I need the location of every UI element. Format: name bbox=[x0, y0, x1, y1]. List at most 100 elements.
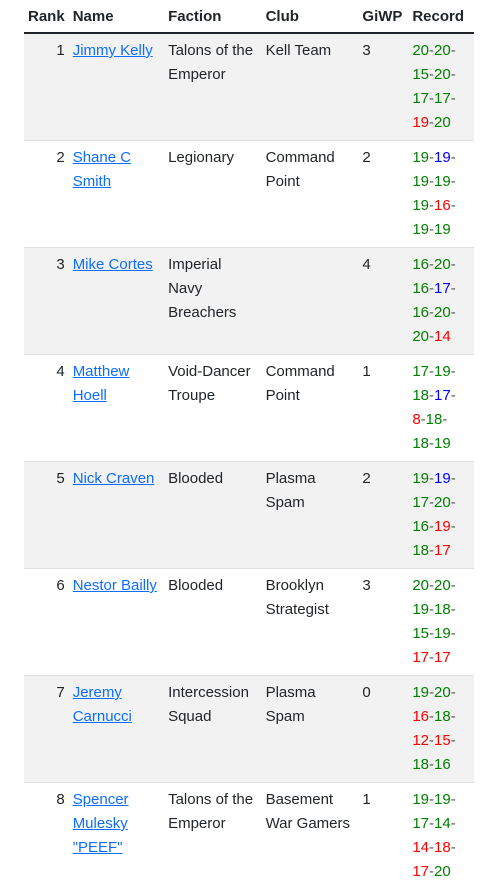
giwp-cell: 4 bbox=[358, 248, 408, 355]
header-giwp: GiWP bbox=[358, 0, 408, 33]
record-cell: 16-20-16-17-16-20-20-14 bbox=[408, 248, 474, 355]
player-link[interactable]: Nestor Bailly bbox=[73, 577, 157, 594]
game-score: 18 bbox=[412, 435, 429, 452]
score-separator: - bbox=[451, 363, 456, 380]
game-score: 18 bbox=[412, 756, 429, 773]
name-cell: Mike Cortes bbox=[69, 248, 164, 355]
game-score: 16 bbox=[434, 756, 451, 773]
score-separator: - bbox=[451, 149, 456, 166]
name-cell: Nestor Bailly bbox=[69, 569, 164, 676]
score-separator: - bbox=[451, 732, 456, 749]
score-separator: - bbox=[451, 815, 456, 832]
game-score: 20 bbox=[412, 577, 429, 594]
club-cell bbox=[262, 248, 359, 355]
name-cell: Nick Craven bbox=[69, 462, 164, 569]
header-rank: Rank bbox=[24, 0, 69, 33]
player-link[interactable]: Mike Cortes bbox=[73, 256, 153, 273]
game-score: 12 bbox=[412, 732, 429, 749]
club-cell: Command Point bbox=[262, 355, 359, 462]
game-score: 19 bbox=[434, 221, 451, 238]
giwp-cell: 3 bbox=[358, 569, 408, 676]
score-separator: - bbox=[451, 280, 456, 297]
record-cell: 19-19-19-19-19-16-19-19 bbox=[408, 141, 474, 248]
score-separator: - bbox=[451, 518, 456, 535]
score-separator: - bbox=[451, 791, 456, 808]
giwp-cell: 1 bbox=[358, 783, 408, 889]
club-cell: Plasma Spam bbox=[262, 462, 359, 569]
score-separator: - bbox=[451, 839, 456, 856]
game-score: 19 bbox=[412, 149, 429, 166]
rank-cell: 4 bbox=[24, 355, 69, 462]
game-score: 19 bbox=[434, 149, 451, 166]
game-score: 14 bbox=[434, 328, 451, 345]
faction-cell: Blooded bbox=[164, 569, 262, 676]
game-score: 18 bbox=[434, 839, 451, 856]
header-faction: Faction bbox=[164, 0, 262, 33]
score-separator: - bbox=[451, 256, 456, 273]
game-score: 19 bbox=[412, 470, 429, 487]
game-score: 17 bbox=[412, 649, 429, 666]
game-score: 20 bbox=[434, 114, 451, 131]
game-score: 19 bbox=[434, 518, 451, 535]
faction-cell: Intercession Squad bbox=[164, 676, 262, 783]
game-score: 8 bbox=[412, 411, 420, 428]
game-score: 17 bbox=[412, 494, 429, 511]
game-score: 17 bbox=[412, 863, 429, 880]
record-cell: 20-20-15-20-17-17-19-20 bbox=[408, 33, 474, 141]
score-separator: - bbox=[451, 625, 456, 642]
game-score: 19 bbox=[412, 221, 429, 238]
score-separator: - bbox=[451, 470, 456, 487]
game-score: 18 bbox=[434, 708, 451, 725]
name-cell: Matthew Hoell bbox=[69, 355, 164, 462]
player-link[interactable]: Shane C Smith bbox=[73, 149, 131, 190]
club-cell: Brooklyn Strategist bbox=[262, 569, 359, 676]
game-score: 17 bbox=[412, 363, 429, 380]
score-separator: - bbox=[451, 494, 456, 511]
game-score: 16 bbox=[412, 708, 429, 725]
faction-cell: Blooded bbox=[164, 462, 262, 569]
score-separator: - bbox=[451, 304, 456, 321]
game-score: 17 bbox=[434, 542, 451, 559]
score-separator: - bbox=[451, 197, 456, 214]
game-score: 20 bbox=[412, 328, 429, 345]
record-cell: 17-19-18-17-8-18-18-19 bbox=[408, 355, 474, 462]
game-score: 16 bbox=[434, 197, 451, 214]
record-cell: 20-20-19-18-15-19-17-17 bbox=[408, 569, 474, 676]
game-score: 14 bbox=[412, 839, 429, 856]
player-link[interactable]: Nick Craven bbox=[73, 470, 155, 487]
giwp-cell: 2 bbox=[358, 462, 408, 569]
club-cell: Basement War Gamers bbox=[262, 783, 359, 889]
score-separator: - bbox=[451, 601, 456, 618]
faction-cell: Imperial Navy Breachers bbox=[164, 248, 262, 355]
player-link[interactable]: Spencer Mulesky "PEEF" bbox=[73, 791, 129, 856]
player-link[interactable]: Matthew Hoell bbox=[73, 363, 130, 404]
table-row: 8Spencer Mulesky "PEEF"Talons of the Emp… bbox=[24, 783, 474, 889]
game-score: 20 bbox=[434, 577, 451, 594]
game-score: 19 bbox=[434, 173, 451, 190]
score-separator: - bbox=[451, 66, 456, 83]
rank-cell: 6 bbox=[24, 569, 69, 676]
game-score: 19 bbox=[412, 114, 429, 131]
record-cell: 19-20-16-18-12-15-18-16 bbox=[408, 676, 474, 783]
game-score: 15 bbox=[434, 732, 451, 749]
standings-table: Rank Name Faction Club GiWP Record 1Jimm… bbox=[24, 0, 474, 889]
game-score: 19 bbox=[412, 173, 429, 190]
player-link[interactable]: Jimmy Kelly bbox=[73, 42, 153, 59]
game-score: 20 bbox=[412, 42, 429, 59]
game-score: 19 bbox=[412, 197, 429, 214]
game-score: 20 bbox=[434, 256, 451, 273]
game-score: 17 bbox=[412, 815, 429, 832]
giwp-cell: 3 bbox=[358, 33, 408, 141]
record-cell: 19-19-17-14-14-18-17-20 bbox=[408, 783, 474, 889]
club-cell: Plasma Spam bbox=[262, 676, 359, 783]
game-score: 19 bbox=[434, 791, 451, 808]
game-score: 18 bbox=[434, 601, 451, 618]
table-row: 1Jimmy KellyTalons of the EmperorKell Te… bbox=[24, 33, 474, 141]
player-link[interactable]: Jeremy Carnucci bbox=[73, 684, 132, 725]
header-row: Rank Name Faction Club GiWP Record bbox=[24, 0, 474, 33]
table-row: 6Nestor Bailly BloodedBrooklyn Strategist… bbox=[24, 569, 474, 676]
giwp-cell: 1 bbox=[358, 355, 408, 462]
rank-cell: 1 bbox=[24, 33, 69, 141]
game-score: 19 bbox=[434, 470, 451, 487]
name-cell: Jimmy Kelly bbox=[69, 33, 164, 141]
